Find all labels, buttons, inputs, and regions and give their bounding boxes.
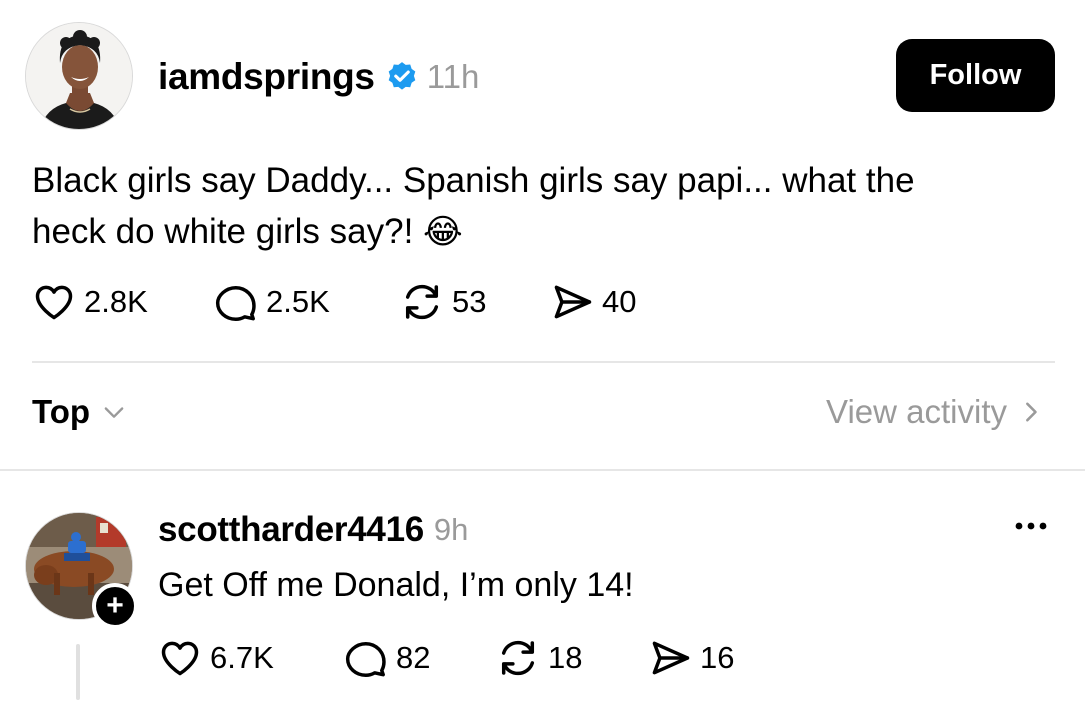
follow-plus-button[interactable]: + bbox=[92, 583, 138, 629]
post-actions: 2.8K 2.5K 53 40 bbox=[32, 280, 636, 324]
author-avatar[interactable] bbox=[25, 22, 133, 130]
post-text-line-1: Black girls say Daddy... Spanish girls s… bbox=[32, 161, 915, 200]
verified-badge-icon bbox=[388, 62, 416, 90]
divider bbox=[0, 469, 1085, 471]
reply-like-count: 6.7K bbox=[210, 640, 274, 675]
comment-icon bbox=[345, 641, 386, 677]
share-icon bbox=[652, 641, 690, 675]
more-icon[interactable] bbox=[1013, 516, 1049, 536]
author-avatar-image bbox=[26, 23, 132, 129]
reply-text: Get Off me Donald, I’m only 14! bbox=[158, 566, 634, 604]
like-button[interactable]: 2.8K bbox=[32, 280, 214, 324]
follow-button[interactable]: Follow bbox=[896, 39, 1055, 112]
heart-icon bbox=[35, 285, 73, 320]
reply-like-button[interactable]: 6.7K bbox=[158, 636, 344, 680]
sort-dropdown[interactable]: Top bbox=[32, 393, 128, 431]
laughing-emoji: 😂 bbox=[423, 213, 463, 251]
reply-timestamp: 9h bbox=[433, 512, 469, 547]
author-username[interactable]: iamdsprings bbox=[158, 56, 375, 98]
post-text: Black girls say Daddy... Spanish girls s… bbox=[32, 155, 1052, 258]
post-timestamp: 11h bbox=[426, 58, 480, 95]
view-activity-label: View activity bbox=[826, 393, 1007, 430]
reply-repost-button[interactable]: 18 bbox=[496, 636, 648, 680]
chevron-right-icon bbox=[1026, 402, 1037, 422]
heart-icon bbox=[161, 641, 199, 676]
threads-post-view: iamdsprings 11h Follow Black girls say D… bbox=[0, 0, 1085, 713]
thread-line bbox=[76, 644, 80, 700]
repost-icon bbox=[501, 640, 535, 676]
share-count: 40 bbox=[602, 284, 637, 319]
reply-author-username[interactable]: scottharder4416 bbox=[158, 510, 424, 550]
post-header: iamdsprings 11h bbox=[158, 52, 479, 102]
sort-label: Top bbox=[32, 393, 91, 430]
chevron-down-icon bbox=[104, 407, 124, 418]
like-count: 2.8K bbox=[84, 284, 148, 319]
comment-icon bbox=[215, 285, 256, 321]
reply-comment-button[interactable]: 82 bbox=[344, 636, 496, 680]
divider bbox=[32, 361, 1055, 363]
reply-share-count: 16 bbox=[700, 640, 735, 675]
reply-button[interactable]: 2.5K bbox=[214, 280, 400, 324]
share-icon bbox=[554, 285, 592, 319]
post-text-line-2: heck do white girls say?! 😂 bbox=[32, 206, 1052, 258]
repost-count: 53 bbox=[452, 284, 487, 319]
repost-icon bbox=[405, 284, 439, 320]
repost-button[interactable]: 53 bbox=[400, 280, 550, 324]
reply-count: 2.5K bbox=[266, 284, 330, 319]
reply-comment-count: 82 bbox=[396, 640, 431, 675]
reply-actions: 6.7K 82 18 16 bbox=[158, 636, 734, 680]
post-text-line-2-content: heck do white girls say?! bbox=[32, 212, 414, 251]
reply-repost-count: 18 bbox=[548, 640, 583, 675]
reply-share-button[interactable]: 16 bbox=[648, 636, 734, 680]
view-activity-link[interactable]: View activity bbox=[826, 393, 1043, 431]
share-button[interactable]: 40 bbox=[550, 280, 636, 324]
reply-header: scottharder4416 9h bbox=[158, 506, 468, 554]
